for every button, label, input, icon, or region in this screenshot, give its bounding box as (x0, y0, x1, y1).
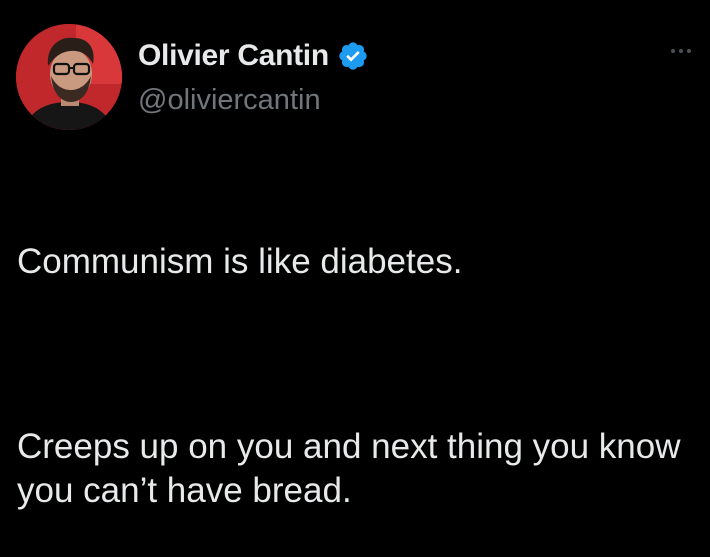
author-display-name[interactable]: Olivier Cantin (138, 39, 329, 73)
tweet-paragraph-2: Creeps up on you and next thing you know… (17, 427, 681, 510)
avatar-photo (16, 24, 122, 130)
more-horizontal-icon (671, 49, 675, 53)
more-horizontal-icon-dot (679, 49, 683, 53)
verified-badge-icon (337, 40, 369, 72)
author-name-row[interactable]: Olivier Cantin (138, 34, 369, 78)
more-horizontal-icon-dot (687, 49, 691, 53)
tweet-paragraph-1: Communism is like diabetes. (17, 242, 463, 281)
avatar[interactable] (16, 24, 122, 130)
tweet-card: Olivier Cantin @oliviercantin Communism … (0, 0, 710, 510)
tweet-text: Communism is like diabetes. Creeps up on… (17, 196, 697, 557)
more-options-button[interactable] (666, 40, 696, 62)
author-handle[interactable]: @oliviercantin (138, 84, 321, 117)
